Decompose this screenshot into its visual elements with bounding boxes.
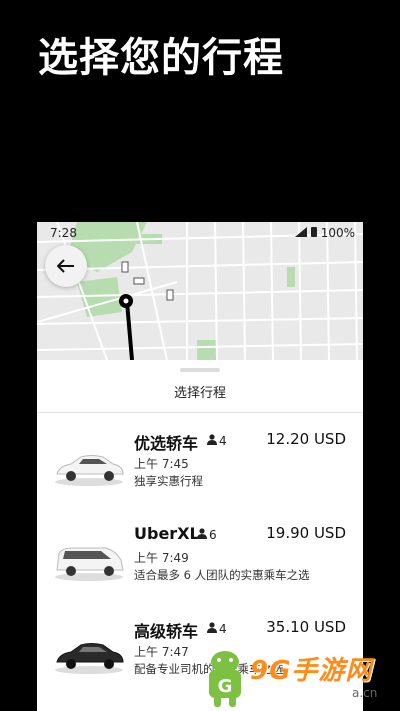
site-watermark: G 9G手游网 a.cn: [202, 646, 400, 711]
divider: [37, 412, 363, 413]
ride-name: 优选轿车: [134, 434, 199, 453]
signal-icon: [294, 226, 307, 240]
ride-description: 适合最多 6 人团队的实惠乘车之选: [134, 568, 310, 582]
ride-eta: 上午 7:45: [134, 457, 189, 471]
battery-icon: [310, 226, 317, 240]
capacity-count: 6: [209, 528, 217, 542]
capacity: 4: [207, 622, 227, 636]
status-bar: 7:28 100%: [37, 222, 363, 244]
arrow-left-icon: [56, 254, 75, 279]
person-icon: [207, 622, 217, 636]
status-time: 7:28: [50, 226, 77, 240]
capacity-count: 4: [219, 434, 227, 448]
person-icon: [207, 434, 217, 448]
ride-eta: 上午 7:47: [134, 645, 189, 659]
ride-eta: 上午 7:49: [134, 551, 189, 565]
person-icon: [197, 528, 207, 542]
battery-percent: 100%: [320, 226, 355, 240]
capacity: 4: [207, 434, 227, 448]
sheet-drag-handle[interactable]: [180, 368, 220, 372]
ride-name: UberXL: [134, 524, 200, 543]
promo-headline: 选择您的行程: [38, 35, 284, 81]
white-van-icon: [55, 547, 124, 581]
svg-text:G: G: [218, 676, 233, 697]
ride-name: 高级轿车: [134, 622, 199, 641]
ride-price: 35.10 USD: [266, 618, 346, 636]
map-view[interactable]: 7:28 100%: [37, 222, 363, 360]
android-robot-icon: G: [209, 651, 241, 707]
ride-option-comfort[interactable]: 优选轿车 4 12.20 USD 上午 7:45 独享实惠行程: [37, 430, 363, 520]
capacity: 6: [197, 528, 217, 542]
watermark-text: 9G手游网: [250, 656, 373, 686]
ride-option-uberxl[interactable]: UberXL 6 19.90 USD 上午 7:49 适合最多 6 人团队的实惠…: [37, 524, 363, 614]
white-sedan-icon: [55, 455, 124, 486]
sheet-title: 选择行程: [173, 386, 226, 401]
ride-description: 独享实惠行程: [134, 474, 203, 488]
phone-screen: 7:28 100% 选择行程 优选轿车 4 12.20 USD 上午 7:45 …: [37, 222, 363, 711]
ride-price: 19.90 USD: [266, 524, 346, 542]
watermark-domain: a.cn: [352, 686, 378, 700]
black-sedan-icon: [55, 643, 124, 674]
capacity-count: 4: [219, 622, 227, 636]
back-button[interactable]: [45, 245, 87, 287]
status-icons: 100%: [294, 226, 355, 240]
ride-price: 12.20 USD: [266, 430, 346, 448]
